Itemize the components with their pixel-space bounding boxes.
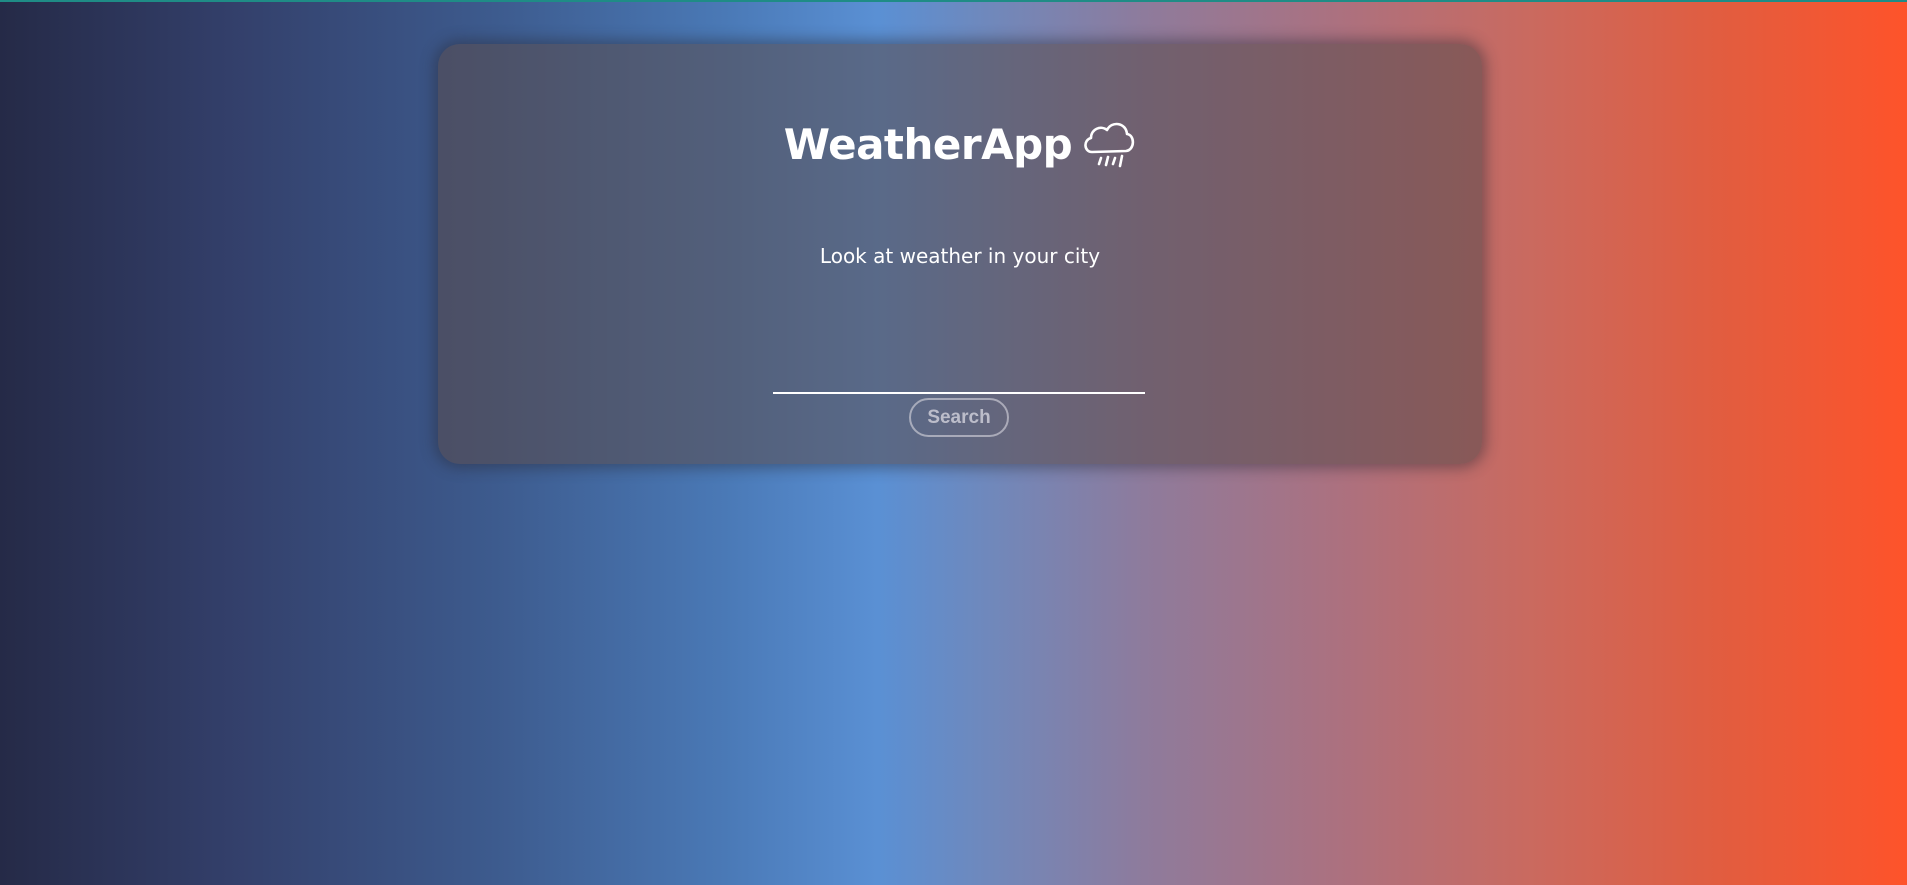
app-title: WeatherApp — [783, 119, 1073, 169]
search-button[interactable]: Search — [909, 398, 1009, 437]
app-header: WeatherApp — [438, 118, 1482, 170]
cloud-rain-icon — [1080, 118, 1136, 170]
city-search-input[interactable] — [773, 354, 1145, 394]
page-subtitle: Look at weather in your city — [819, 244, 1101, 268]
weather-card: WeatherApp Look at weather in your city … — [438, 44, 1482, 464]
top-accent-line — [0, 0, 1907, 2]
